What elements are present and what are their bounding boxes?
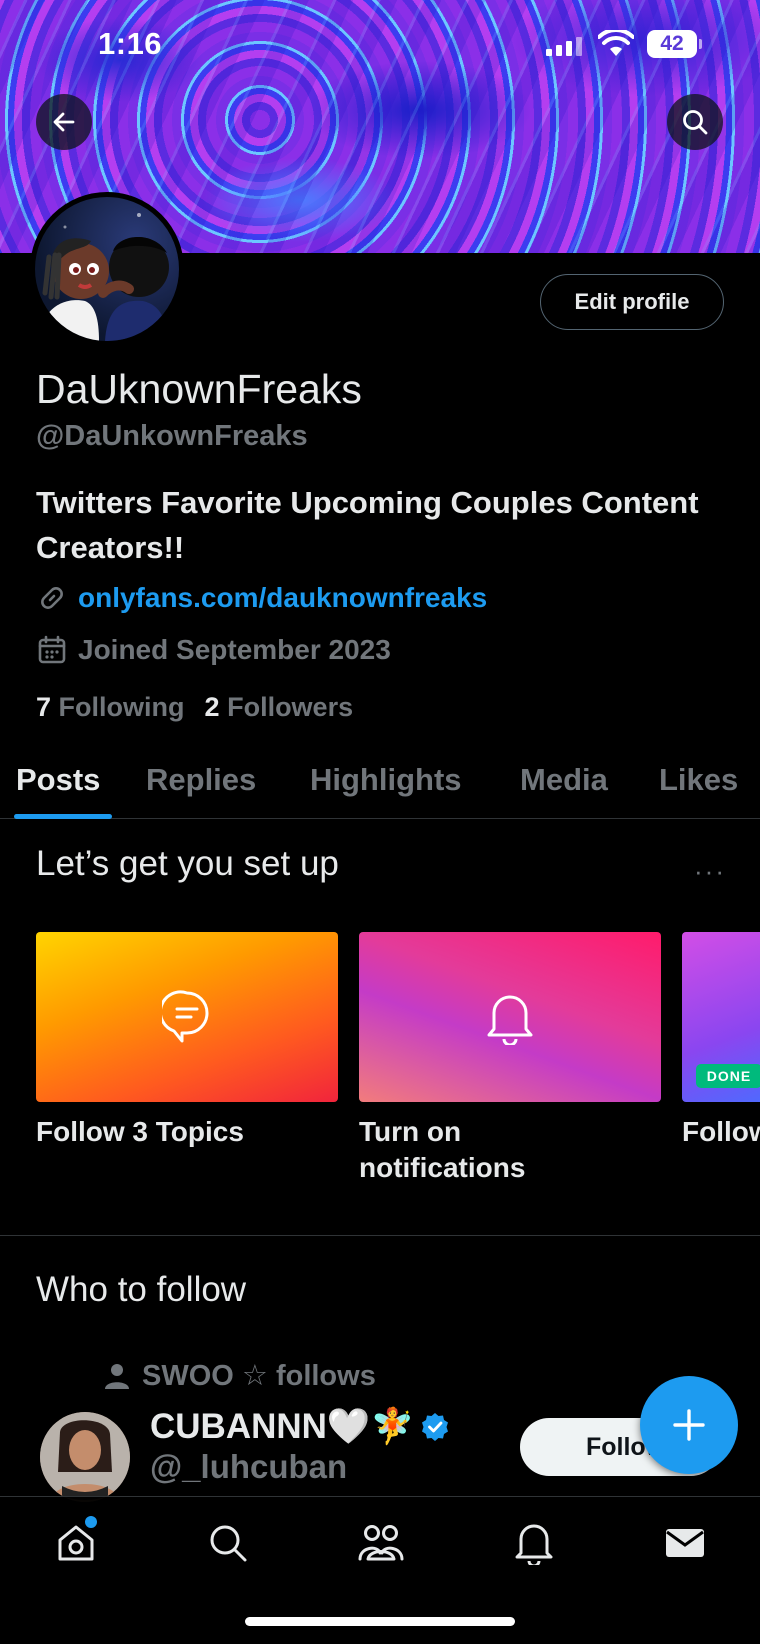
suggested-user-name-row[interactable]: CUBANNN🤍🧚 <box>150 1406 450 1447</box>
following-count: 7 <box>36 692 52 722</box>
suggested-user-name: CUBANNN🤍🧚 <box>150 1407 415 1446</box>
plus-icon <box>673 1409 705 1441</box>
tab-highlights[interactable]: Highlights <box>310 762 462 798</box>
link-icon <box>41 587 63 609</box>
suggested-user-handle: @_luhcuban <box>150 1448 348 1485</box>
tab-posts[interactable]: Posts <box>16 762 100 798</box>
more-options-icon[interactable]: ··· <box>694 856 726 887</box>
nav-home[interactable] <box>52 1516 100 1567</box>
topic-bubble-icon <box>162 990 209 1043</box>
verified-badge-icon <box>422 1412 449 1441</box>
follow-stats: 7 Following 2 Followers <box>36 692 353 723</box>
tab-replies[interactable]: Replies <box>146 762 256 798</box>
done-badge: DONE <box>696 1064 760 1088</box>
following-link[interactable]: 7 Following <box>36 692 185 723</box>
notifications-icon <box>515 1524 553 1565</box>
profile-tabs: Posts Replies Highlights Media Likes <box>0 752 760 819</box>
messages-icon <box>666 1529 704 1557</box>
avatar-illustration <box>39 213 169 341</box>
social-context: SWOO ☆ follows <box>104 1358 376 1393</box>
search-button[interactable] <box>667 94 723 150</box>
following-label: Following <box>58 692 185 722</box>
card-label-notifications: Turn on notifications <box>359 1116 526 1183</box>
compose-post-button[interactable] <box>640 1376 738 1474</box>
status-time: 1:16 <box>98 26 163 61</box>
card-label-topics: Follow 3 Topics <box>36 1116 244 1147</box>
battery-indicator: 42 <box>647 30 702 58</box>
edit-profile-button[interactable]: Edit profile <box>540 274 724 330</box>
nav-search[interactable] <box>204 1519 252 1567</box>
joined-date: Joined September 2023 <box>78 634 391 665</box>
setup-title: Let’s get you set up <box>36 844 339 883</box>
nav-notifications[interactable] <box>510 1519 558 1567</box>
nav-communities[interactable] <box>357 1519 405 1567</box>
wifi-icon <box>598 30 634 56</box>
setup-card-topics[interactable] <box>36 932 338 1102</box>
social-context-text: SWOO ☆ follows <box>142 1360 376 1392</box>
profile-bio: Twitters Favorite Upcoming Couples Conte… <box>36 485 699 565</box>
section-divider <box>0 1235 760 1236</box>
calendar-icon <box>38 635 66 664</box>
search-icon <box>683 110 708 135</box>
setup-card-notifications[interactable] <box>359 932 661 1102</box>
followers-link[interactable]: 2 Followers <box>205 692 354 723</box>
user-handle: @DaUnkownFreaks <box>36 420 308 452</box>
display-name: DaUknownFreaks <box>36 366 362 412</box>
active-tab-indicator <box>14 814 112 819</box>
tab-media[interactable]: Media <box>520 762 608 798</box>
bottom-navigation <box>0 1496 760 1644</box>
nav-messages[interactable] <box>661 1519 709 1567</box>
person-icon <box>105 1363 129 1389</box>
search-icon <box>210 1525 247 1562</box>
profile-avatar[interactable] <box>30 192 184 346</box>
communities-icon <box>358 1525 404 1561</box>
suggested-user-avatar[interactable] <box>40 1412 130 1502</box>
tab-likes[interactable]: Likes <box>659 762 738 798</box>
unread-dot <box>85 1516 97 1528</box>
suggested-user-photo <box>40 1412 130 1502</box>
arrow-left-icon <box>53 112 75 132</box>
card-label-follow: Follow <box>682 1116 760 1147</box>
joined-row: Joined September 2023 <box>36 634 391 666</box>
bell-icon <box>487 995 533 1045</box>
profile-link-row[interactable]: onlyfans.com/dauknownfreaks <box>36 582 487 614</box>
profile-link[interactable]: onlyfans.com/dauknownfreaks <box>78 582 487 614</box>
followers-count: 2 <box>204 692 220 722</box>
followers-label: Followers <box>227 692 354 722</box>
home-indicator <box>245 1617 515 1626</box>
back-button[interactable] <box>36 94 92 150</box>
setup-card-follow[interactable]: DONE <box>682 932 760 1102</box>
who-to-follow-title: Who to follow <box>36 1270 247 1309</box>
status-bar: 1:16 42 <box>0 0 760 90</box>
cellular-signal-icon <box>546 36 582 56</box>
